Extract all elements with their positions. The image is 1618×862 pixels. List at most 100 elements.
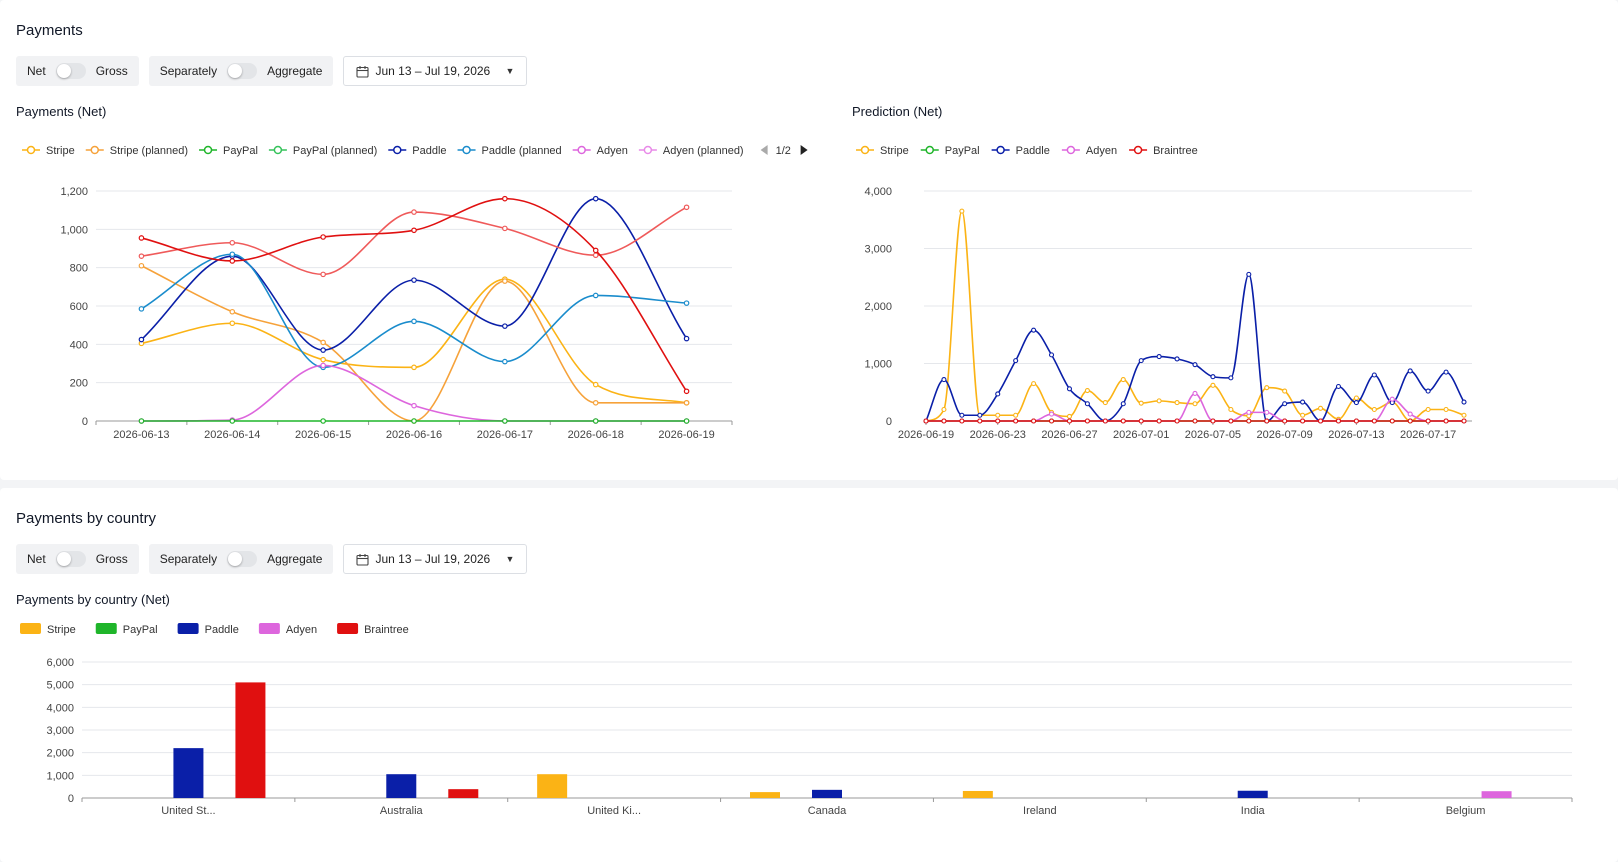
legend-item-stripe[interactable]: Stripe <box>20 623 76 636</box>
data-point-stripe-planned[interactable] <box>683 399 690 406</box>
data-point-braintree[interactable] <box>1156 418 1162 424</box>
data-point-paddle[interactable] <box>1443 369 1449 375</box>
data-point-series-6[interactable] <box>411 209 417 215</box>
data-point-paddle[interactable] <box>977 412 983 418</box>
data-point-adyen[interactable] <box>411 402 417 409</box>
data-point-braintree[interactable] <box>1371 418 1377 424</box>
data-point-paddle[interactable] <box>1084 401 1090 407</box>
bar-paddle[interactable] <box>812 789 842 798</box>
data-point-braintree[interactable] <box>1282 418 1288 424</box>
bar-stripe[interactable] <box>537 774 568 798</box>
prev-page-icon[interactable] <box>760 145 768 155</box>
data-point-stripe[interactable] <box>1264 385 1270 391</box>
data-point-stripe[interactable] <box>1031 381 1037 387</box>
data-point-stripe[interactable] <box>1192 401 1198 407</box>
data-point-stripe[interactable] <box>1282 388 1288 394</box>
country-net-gross-toggle[interactable]: Net Gross <box>16 544 139 574</box>
data-point-braintree[interactable] <box>1300 418 1306 424</box>
data-point-stripe[interactable] <box>1210 382 1216 388</box>
data-point-stripe[interactable] <box>1156 398 1162 404</box>
data-point-stripe[interactable] <box>1066 413 1073 419</box>
data-point-paddle[interactable] <box>502 323 508 329</box>
data-point-braintree[interactable] <box>1264 418 1270 424</box>
country-separately-aggregate-toggle[interactable]: Separately Aggregate <box>148 544 334 574</box>
legend-item-adyen-planned[interactable]: Adyen (planned) <box>638 145 744 157</box>
data-point-braintree[interactable] <box>1066 418 1073 424</box>
data-point-paypal[interactable] <box>411 418 417 424</box>
data-point-adyen[interactable] <box>1048 411 1055 417</box>
data-point-stripe[interactable] <box>1084 387 1090 394</box>
data-point-paypal[interactable] <box>229 418 236 424</box>
data-point-paddle-planned[interactable] <box>138 306 145 312</box>
bar-paddle[interactable] <box>1237 790 1268 798</box>
data-point-braintree[interactable] <box>1353 418 1359 424</box>
data-point-braintree[interactable] <box>1210 418 1216 424</box>
data-point-paddle[interactable] <box>1228 375 1234 381</box>
date-range-picker[interactable]: Jun 13 – Jul 19, 2026 ▼ <box>343 56 528 86</box>
data-point-paddle[interactable] <box>1120 401 1126 407</box>
data-point-paddle[interactable] <box>959 412 965 418</box>
data-point-paddle-planned[interactable] <box>229 251 236 258</box>
data-point-braintree[interactable] <box>1138 418 1144 424</box>
legend-item-stripe[interactable]: Stripe <box>22 145 75 157</box>
country-date-range-picker[interactable]: Jun 13 – Jul 19, 2026 ▼ <box>343 544 528 574</box>
data-point-series-6[interactable] <box>320 271 326 278</box>
legend-item-braintree[interactable]: Braintree <box>1129 145 1198 157</box>
data-point-paddle[interactable] <box>1156 354 1162 360</box>
legend-item-braintree[interactable]: Braintree <box>337 623 409 636</box>
legend-item-adyen[interactable]: Adyen <box>1061 145 1117 157</box>
net-gross-switch[interactable] <box>55 551 86 567</box>
data-point-stripe[interactable] <box>1425 406 1431 413</box>
data-point-stripe-planned[interactable] <box>320 339 326 346</box>
data-point-paddle-planned[interactable] <box>411 318 417 325</box>
bar-braintree[interactable] <box>235 682 266 798</box>
data-point-stripe[interactable] <box>1120 377 1126 383</box>
data-point-braintree[interactable] <box>1174 418 1180 424</box>
data-point-series-7[interactable] <box>502 195 508 202</box>
data-point-braintree[interactable] <box>995 418 1001 424</box>
data-point-paddle[interactable] <box>1013 358 1019 364</box>
data-point-adyen[interactable] <box>1389 396 1395 402</box>
data-point-braintree[interactable] <box>941 418 947 424</box>
data-point-braintree[interactable] <box>1013 418 1019 424</box>
data-point-paddle[interactable] <box>1210 374 1216 380</box>
data-point-paddle[interactable] <box>1425 388 1431 394</box>
data-point-braintree[interactable] <box>1425 418 1431 424</box>
data-point-paypal[interactable] <box>502 418 508 424</box>
data-point-paddle[interactable] <box>1031 327 1037 333</box>
data-point-braintree[interactable] <box>1317 418 1324 424</box>
data-point-paddle[interactable] <box>411 277 417 283</box>
data-point-stripe[interactable] <box>411 364 417 371</box>
data-point-series-7[interactable] <box>138 235 145 241</box>
data-point-paddle-planned[interactable] <box>502 358 508 365</box>
legend-pager[interactable]: 1/2 <box>760 145 808 157</box>
data-point-paypal[interactable] <box>138 418 145 424</box>
data-point-paddle[interactable] <box>1048 352 1055 358</box>
bar-braintree[interactable] <box>448 789 479 798</box>
data-point-braintree[interactable] <box>1443 418 1449 424</box>
data-point-braintree[interactable] <box>977 418 983 424</box>
data-point-stripe[interactable] <box>1461 412 1467 418</box>
data-point-stripe[interactable] <box>1317 405 1324 411</box>
legend-item-paypal[interactable]: PayPal <box>95 623 158 636</box>
data-point-braintree[interactable] <box>1102 418 1108 424</box>
legend-item-adyen[interactable]: Adyen <box>258 623 317 636</box>
net-gross-toggle[interactable]: Net Gross <box>16 56 139 86</box>
legend-item-paddle[interactable]: Paddle <box>177 623 239 636</box>
data-point-paddle[interactable] <box>1407 368 1413 374</box>
data-point-braintree[interactable] <box>1407 418 1413 424</box>
data-point-braintree[interactable] <box>1031 418 1037 424</box>
data-point-adyen[interactable] <box>1407 411 1413 417</box>
data-point-paddle[interactable] <box>1371 372 1377 378</box>
data-point-series-6[interactable] <box>138 253 145 259</box>
data-point-paddle[interactable] <box>1174 356 1180 362</box>
data-point-paddle-planned[interactable] <box>592 292 599 299</box>
data-point-adyen[interactable] <box>1246 409 1252 415</box>
data-point-paddle[interactable] <box>1300 399 1306 405</box>
data-point-stripe[interactable] <box>941 406 947 413</box>
data-point-stripe[interactable] <box>1138 400 1144 406</box>
data-point-braintree[interactable] <box>1120 418 1126 424</box>
bar-stripe[interactable] <box>750 792 780 798</box>
data-point-paddle[interactable] <box>941 377 947 383</box>
data-point-stripe[interactable] <box>1300 412 1306 418</box>
